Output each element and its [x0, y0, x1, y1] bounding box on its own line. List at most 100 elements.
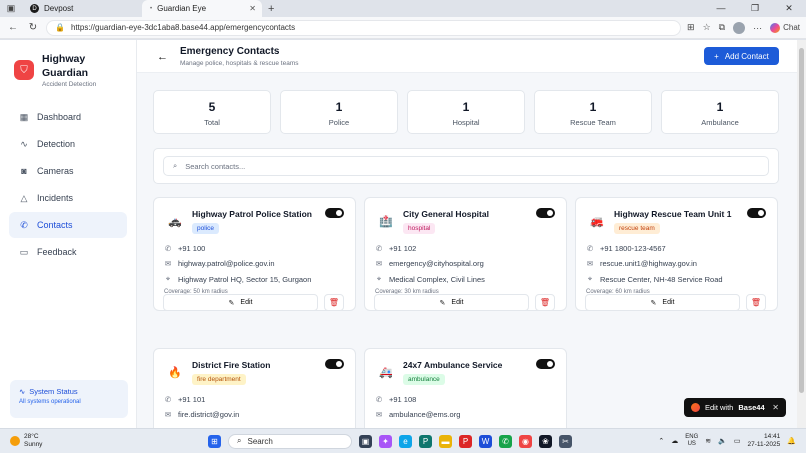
page-header: ← Emergency Contacts Manage police, hosp… [137, 40, 797, 73]
search-icon: ⌕ [173, 161, 178, 170]
back-arrow-icon[interactable]: ← [157, 51, 168, 63]
tab-close-icon[interactable]: ✕ [249, 4, 256, 13]
contact-card: 🚑 24x7 Ambulance Service ambulance ✆ +91 … [364, 348, 567, 428]
delete-button[interactable]: 🗑 [535, 294, 555, 311]
notifications-icon[interactable]: 🔔 [787, 437, 796, 445]
tab-guardian-eye[interactable]: • Guardian Eye ✕ [142, 0, 262, 17]
copilot-app-icon[interactable]: ✦ [379, 434, 392, 448]
onedrive-icon[interactable]: ☁ [671, 437, 678, 445]
tab-devpost[interactable]: D Devpost [22, 0, 142, 17]
add-contact-button[interactable]: + Add Contact [704, 47, 779, 65]
app-tagline: Accident Detection [42, 81, 97, 88]
sidebar: ⛉ Highway Guardian Accident Detection ▦ … [0, 40, 137, 428]
phone-icon: ✆ [164, 395, 172, 404]
language-indicator[interactable]: ENG US [685, 434, 698, 448]
pycharm-icon[interactable]: P [419, 434, 432, 448]
edit-label: Edit [451, 299, 464, 306]
contact-email: highway.patrol@police.gov.in [178, 259, 275, 268]
delete-button[interactable]: 🗑 [324, 294, 344, 311]
window-menu-icon[interactable]: ▣ [0, 0, 22, 17]
url-field[interactable]: 🔒 https://guardian-eye-3dc1aba8.base44.a… [46, 19, 682, 36]
edit-button[interactable]: ✎ Edit [374, 294, 529, 311]
page-scrollbar[interactable] [797, 40, 806, 428]
base44-edit-label: Edit with [705, 403, 734, 412]
sidebar-nav: ▦ Dashboard ∿ Detection ◙ Cameras △ Inci… [0, 104, 136, 265]
edge-browser-icon[interactable]: e [399, 434, 412, 448]
favorite-star-icon[interactable]: ☆ [703, 22, 711, 33]
edit-button[interactable]: ✎ Edit [585, 294, 740, 311]
wifi-icon[interactable]: ≋ [705, 437, 711, 445]
collections-icon[interactable]: ⧉ [719, 22, 725, 33]
snipping-tool-icon[interactable]: ✂ [559, 434, 572, 448]
contact-address: Medical Complex, Civil Lines [389, 274, 485, 284]
sidebar-item-incidents[interactable]: △ Incidents [9, 185, 127, 211]
active-toggle[interactable] [536, 359, 555, 369]
page-subtitle: Manage police, hospitals & rescue teams [180, 60, 299, 67]
delete-button[interactable]: 🗑 [746, 294, 766, 311]
contact-type-badge: ambulance [403, 374, 445, 385]
reload-icon[interactable]: ↻ [26, 22, 40, 33]
chevron-up-icon[interactable]: ⌃ [658, 437, 664, 445]
active-toggle[interactable] [536, 208, 555, 218]
active-toggle[interactable] [747, 208, 766, 218]
contact-name: Highway Patrol Police Station [192, 209, 312, 219]
taskbar-search[interactable]: ⌕ Search [228, 433, 352, 449]
sidebar-item-dashboard[interactable]: ▦ Dashboard [9, 104, 127, 130]
profile-avatar[interactable] [733, 21, 746, 34]
tab-dot-icon: • [150, 5, 153, 12]
location-pin-icon: ⌖ [165, 274, 171, 283]
contact-email-row: ✉ ambulance@ems.org [375, 410, 461, 419]
powerpoint-icon[interactable]: P [459, 434, 472, 448]
volume-icon[interactable]: 🔈 [718, 437, 727, 445]
close-icon[interactable]: ✕ [772, 403, 779, 412]
sidebar-item-feedback[interactable]: ▭ Feedback [9, 239, 127, 265]
back-nav-icon[interactable]: ← [6, 22, 20, 33]
contact-phone: +91 108 [389, 395, 417, 404]
more-icon[interactable]: ··· [753, 23, 762, 33]
mail-icon: ✉ [586, 259, 594, 268]
copilot-icon [770, 22, 781, 33]
whatsapp-icon[interactable]: ✆ [499, 434, 512, 448]
minimize-icon[interactable]: — [704, 3, 738, 14]
edit-icon: ✎ [228, 299, 235, 307]
maximize-icon[interactable]: ❐ [738, 3, 772, 14]
sidebar-item-contacts[interactable]: ✆ Contacts [9, 212, 127, 238]
edit-button[interactable]: ✎ Edit [163, 294, 318, 311]
search-input[interactable]: ⌕ Search contacts... [163, 156, 769, 176]
sidebar-item-detection[interactable]: ∿ Detection [9, 131, 127, 157]
clock[interactable]: 14:41 27-11-2025 [748, 433, 781, 449]
copilot-chat-button[interactable]: Chat [770, 22, 800, 33]
edit-with-base44-badge[interactable]: Edit with Base44 ✕ [684, 398, 786, 417]
task-view-icon[interactable]: ▣ [359, 434, 372, 448]
trash-icon: 🗑 [539, 298, 551, 307]
active-toggle[interactable] [325, 208, 344, 218]
chrome-icon[interactable]: ◉ [519, 434, 532, 448]
sidebar-item-label: Contacts [37, 220, 73, 230]
sun-icon [10, 436, 20, 446]
stat-card-ambulance: 1 Ambulance [661, 90, 779, 134]
chatgpt-icon[interactable]: ❀ [539, 434, 552, 448]
contact-phone: +91 1800-123-4567 [600, 244, 666, 253]
contact-phone: +91 101 [178, 395, 206, 404]
sidebar-item-cameras[interactable]: ◙ Cameras [9, 158, 127, 184]
active-toggle[interactable] [325, 359, 344, 369]
apps-icon[interactable]: ⊞ [687, 22, 695, 33]
word-icon[interactable]: W [479, 434, 492, 448]
close-window-icon[interactable]: ✕ [772, 3, 806, 14]
windows-start-icon[interactable]: ⊞ [208, 434, 221, 448]
ambulance-icon: 🚑 [379, 367, 393, 379]
weather-condition: Sunny [24, 441, 43, 448]
base44-logo-icon [691, 403, 700, 412]
activity-icon: ∿ [20, 138, 28, 149]
scrollbar-thumb[interactable] [799, 48, 804, 393]
chat-label: Chat [783, 23, 800, 32]
stat-card-police: 1 Police [280, 90, 398, 134]
battery-icon[interactable]: ▭ [734, 437, 741, 445]
new-tab-icon[interactable]: + [262, 3, 280, 15]
fire-truck-icon: 🚒 [590, 216, 604, 228]
file-explorer-icon[interactable]: ▬ [439, 434, 452, 448]
stat-label: Hospital [452, 118, 480, 127]
contact-name: District Fire Station [192, 360, 271, 370]
weather-widget[interactable]: 28°C Sunny [0, 433, 150, 449]
sidebar-item-label: Dashboard [37, 112, 82, 122]
